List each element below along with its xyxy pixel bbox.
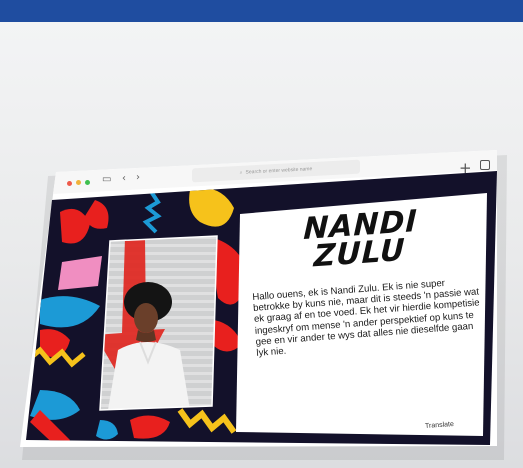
sidebar-toggle-icon[interactable]: ▭ <box>102 174 111 185</box>
browser-mockup: ▭ ‹ › ⌕ Search or enter website name + N… <box>0 0 523 468</box>
address-bar-placeholder: Search or enter website name <box>245 166 313 176</box>
back-arrow-icon[interactable]: ‹ <box>122 173 126 184</box>
title-line-2: ZULU <box>313 232 406 275</box>
close-window-dot[interactable] <box>67 181 72 186</box>
new-tab-button[interactable]: + <box>459 159 472 177</box>
search-icon: ⌕ <box>239 169 243 176</box>
forward-arrow-icon[interactable]: › <box>136 172 140 183</box>
minimize-window-dot[interactable] <box>76 180 81 185</box>
portrait-photo <box>100 236 217 410</box>
zoom-window-dot[interactable] <box>85 180 90 185</box>
page-title: NANDI ZULU <box>299 204 421 275</box>
tab-overview-icon[interactable] <box>480 160 490 170</box>
browser-window-frame <box>20 150 507 460</box>
